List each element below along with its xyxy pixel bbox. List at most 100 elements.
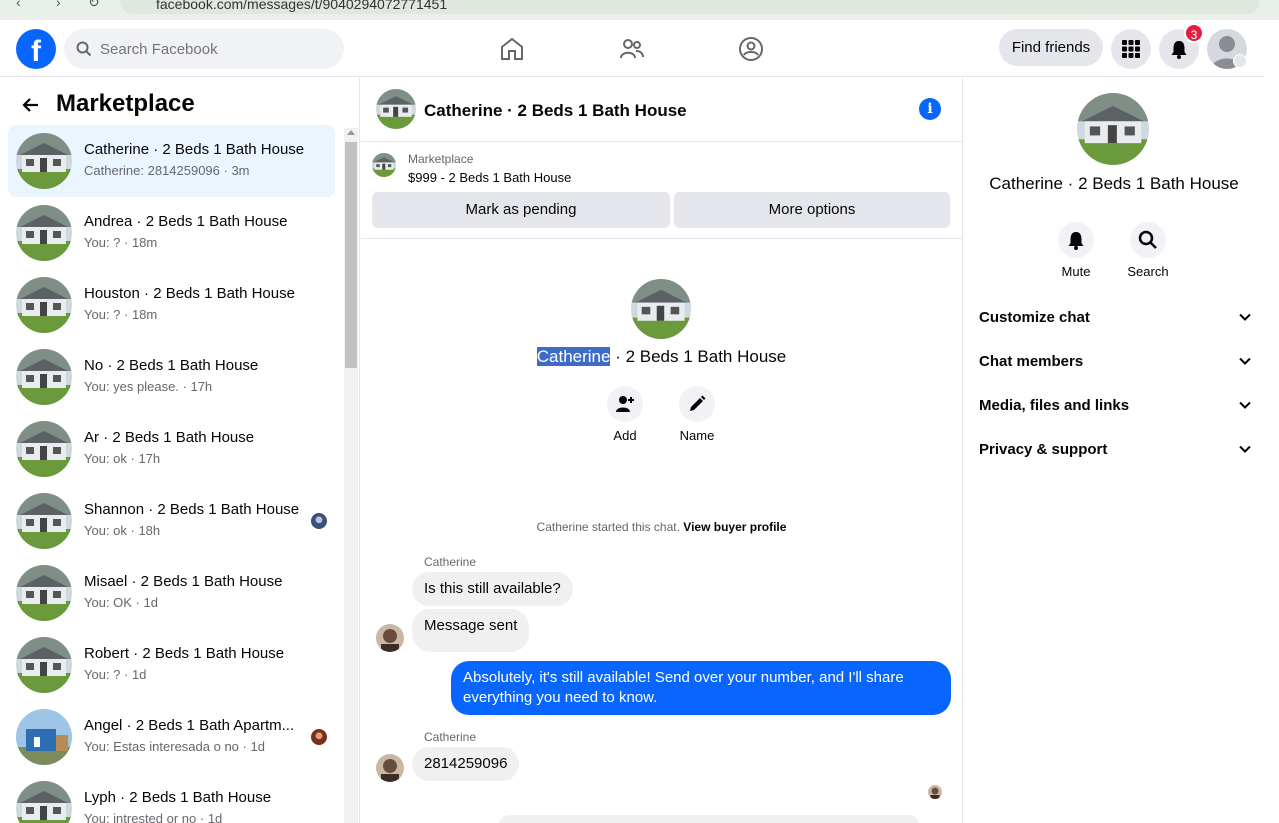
- forward-icon[interactable]: ›: [56, 0, 61, 10]
- listing-thumbnail: [16, 277, 72, 333]
- menu-button[interactable]: [1111, 29, 1151, 69]
- listing-source: Marketplace: [408, 152, 474, 166]
- sidebar-title: Marketplace: [56, 90, 195, 117]
- chevron-down-icon: [1239, 401, 1251, 409]
- add-people-action[interactable]: Add: [595, 386, 655, 443]
- conversation-snippet: You: ok · 18h: [84, 523, 161, 538]
- hero-title-rest: · 2 Beds 1 Bath House: [610, 347, 787, 366]
- listing-thumbnail: [16, 349, 72, 405]
- address-bar[interactable]: facebook.com/messages/t/9040294072771451: [120, 0, 1260, 14]
- friends-icon[interactable]: [619, 36, 645, 62]
- section-title: Chat members: [979, 353, 1084, 370]
- conversation-snippet: You: OK · 1d: [84, 595, 158, 610]
- listing-thumbnail: [16, 133, 72, 189]
- privacy-support-section[interactable]: Privacy & support: [979, 430, 1251, 470]
- back-arrow-icon[interactable]: [22, 96, 40, 114]
- details-avatar[interactable]: [1077, 93, 1149, 165]
- conversation-item[interactable]: Catherine · 2 Beds 1 Bath House Catherin…: [8, 125, 335, 197]
- scrollbar-thumb[interactable]: [345, 142, 357, 368]
- conversation-snippet: You: yes please. · 17h: [84, 379, 213, 394]
- outgoing-message[interactable]: Absolutely, it's still available! Send o…: [451, 661, 951, 715]
- search-icon: [76, 41, 92, 57]
- add-person-icon: [616, 396, 634, 412]
- conversation-item[interactable]: No · 2 Beds 1 Bath House You: yes please…: [8, 341, 335, 413]
- sender-avatar[interactable]: [376, 624, 404, 652]
- listing-thumbnail: [16, 637, 72, 693]
- section-title: Privacy & support: [979, 441, 1108, 458]
- started-text: Catherine started this chat.: [536, 520, 680, 534]
- conversation-name: Ar · 2 Beds 1 Bath House: [84, 429, 255, 446]
- mute-button[interactable]: Mute: [1046, 222, 1106, 279]
- conversation-sidebar: Marketplace Catherine · 2 Beds 1 Bath Ho…: [0, 78, 360, 823]
- incoming-message[interactable]: Is this still available?: [412, 572, 573, 606]
- read-receipt-avatar: [928, 785, 942, 799]
- page-scrollbar[interactable]: [1264, 20, 1279, 823]
- conversation-item[interactable]: Robert · 2 Beds 1 Bath House You: ? · 1d: [8, 629, 335, 701]
- conversation-snippet: You: Estas interesada o no · 1d: [84, 739, 265, 754]
- chat-avatar[interactable]: [376, 89, 416, 129]
- chat-started-note: Catherine started this chat. View buyer …: [361, 520, 962, 534]
- bell-icon: [1171, 41, 1187, 59]
- scroll-up-icon[interactable]: [347, 130, 355, 135]
- facebook-logo[interactable]: f: [16, 29, 56, 69]
- section-title: Customize chat: [979, 309, 1090, 326]
- listing-thumbnail: [16, 709, 72, 765]
- customize-chat-section[interactable]: Customize chat: [979, 298, 1251, 338]
- chat-members-section[interactable]: Chat members: [979, 342, 1251, 382]
- listing-thumbnail: [16, 205, 72, 261]
- notification-badge: 3: [1184, 23, 1204, 43]
- info-icon[interactable]: i: [919, 98, 941, 120]
- conversation-item[interactable]: Houston · 2 Beds 1 Bath House You: ? · 1…: [8, 269, 335, 341]
- mark-pending-button[interactable]: Mark as pending: [372, 192, 670, 228]
- conversation-item[interactable]: Angel · 2 Beds 1 Bath Apartm... You: Est…: [8, 701, 335, 773]
- chat-header: Catherine · 2 Beds 1 Bath House i: [361, 78, 962, 142]
- reload-icon[interactable]: ↻: [88, 0, 100, 11]
- listing-thumbnail: [16, 493, 72, 549]
- grid-menu-icon: [1122, 40, 1140, 58]
- account-chevron-icon[interactable]: [1233, 54, 1247, 68]
- groups-icon[interactable]: [738, 36, 764, 62]
- conversation-snippet: You: ? · 1d: [84, 667, 147, 682]
- conversation-item[interactable]: Shannon · 2 Beds 1 Bath House You: ok · …: [8, 485, 335, 557]
- incoming-message[interactable]: Message sent: [412, 609, 530, 652]
- conversation-snippet: Catherine: 2814259096 · 3m: [84, 163, 250, 178]
- details-panel: Catherine · 2 Beds 1 Bath House Mute Sea…: [962, 78, 1264, 823]
- conversation-item[interactable]: Lyph · 2 Beds 1 Bath House You: intreste…: [8, 773, 335, 823]
- more-options-button[interactable]: More options: [674, 192, 950, 228]
- search-in-chat-button[interactable]: Search: [1118, 222, 1178, 279]
- conversation-snippet: You: ? · 18m: [84, 235, 158, 250]
- listing-price[interactable]: $999 - 2 Beds 1 Bath House: [408, 170, 571, 185]
- name-chat-action[interactable]: Name: [667, 386, 727, 443]
- conversation-name: Andrea · 2 Beds 1 Bath House: [84, 213, 288, 230]
- bell-icon: [1068, 232, 1084, 250]
- view-buyer-profile-link[interactable]: View buyer profile: [683, 520, 786, 534]
- top-navigation: f Find friends 3: [0, 20, 1264, 77]
- details-name: Catherine · 2 Beds 1 Bath House: [989, 174, 1239, 193]
- conversation-item[interactable]: Ar · 2 Beds 1 Bath House You: ok · 17h: [8, 413, 335, 485]
- listing-thumbnail[interactable]: [372, 153, 396, 177]
- media-files-section[interactable]: Media, files and links: [979, 386, 1251, 426]
- chat-title[interactable]: Catherine · 2 Beds 1 Bath House: [424, 101, 687, 121]
- message-composer-area[interactable]: [499, 815, 919, 823]
- sender-avatar[interactable]: [376, 754, 404, 782]
- conversation-name: Catherine · 2 Beds 1 Bath House: [84, 141, 305, 158]
- sidebar-scrollbar[interactable]: [344, 128, 358, 823]
- home-icon[interactable]: [499, 36, 525, 62]
- conversation-item[interactable]: Misael · 2 Beds 1 Bath House You: OK · 1…: [8, 557, 335, 629]
- conversation-item[interactable]: Andrea · 2 Beds 1 Bath House You: ? · 18…: [8, 197, 335, 269]
- listing-thumbnail: [16, 565, 72, 621]
- conversation-snippet: You: ? · 18m: [84, 307, 158, 322]
- address-text[interactable]: facebook.com/messages/t/9040294072771451: [156, 0, 447, 12]
- message-sender: Catherine: [424, 555, 477, 569]
- conversation-name: Shannon · 2 Beds 1 Bath House: [84, 501, 300, 518]
- mute-label: Mute: [1061, 264, 1091, 279]
- search-input[interactable]: [100, 29, 330, 69]
- find-friends-button[interactable]: Find friends: [999, 29, 1103, 66]
- listing-thumbnail: [16, 781, 72, 823]
- browser-toolbar: ‹ › ↻ facebook.com/messages/t/9040294072…: [0, 0, 1279, 20]
- incoming-message[interactable]: 2814259096: [412, 747, 520, 781]
- conversation-snippet: You: intrested or no · 1d: [84, 811, 223, 823]
- back-icon[interactable]: ‹: [16, 0, 21, 10]
- selected-name-text[interactable]: Catherine: [536, 347, 611, 366]
- search-box[interactable]: [64, 29, 344, 69]
